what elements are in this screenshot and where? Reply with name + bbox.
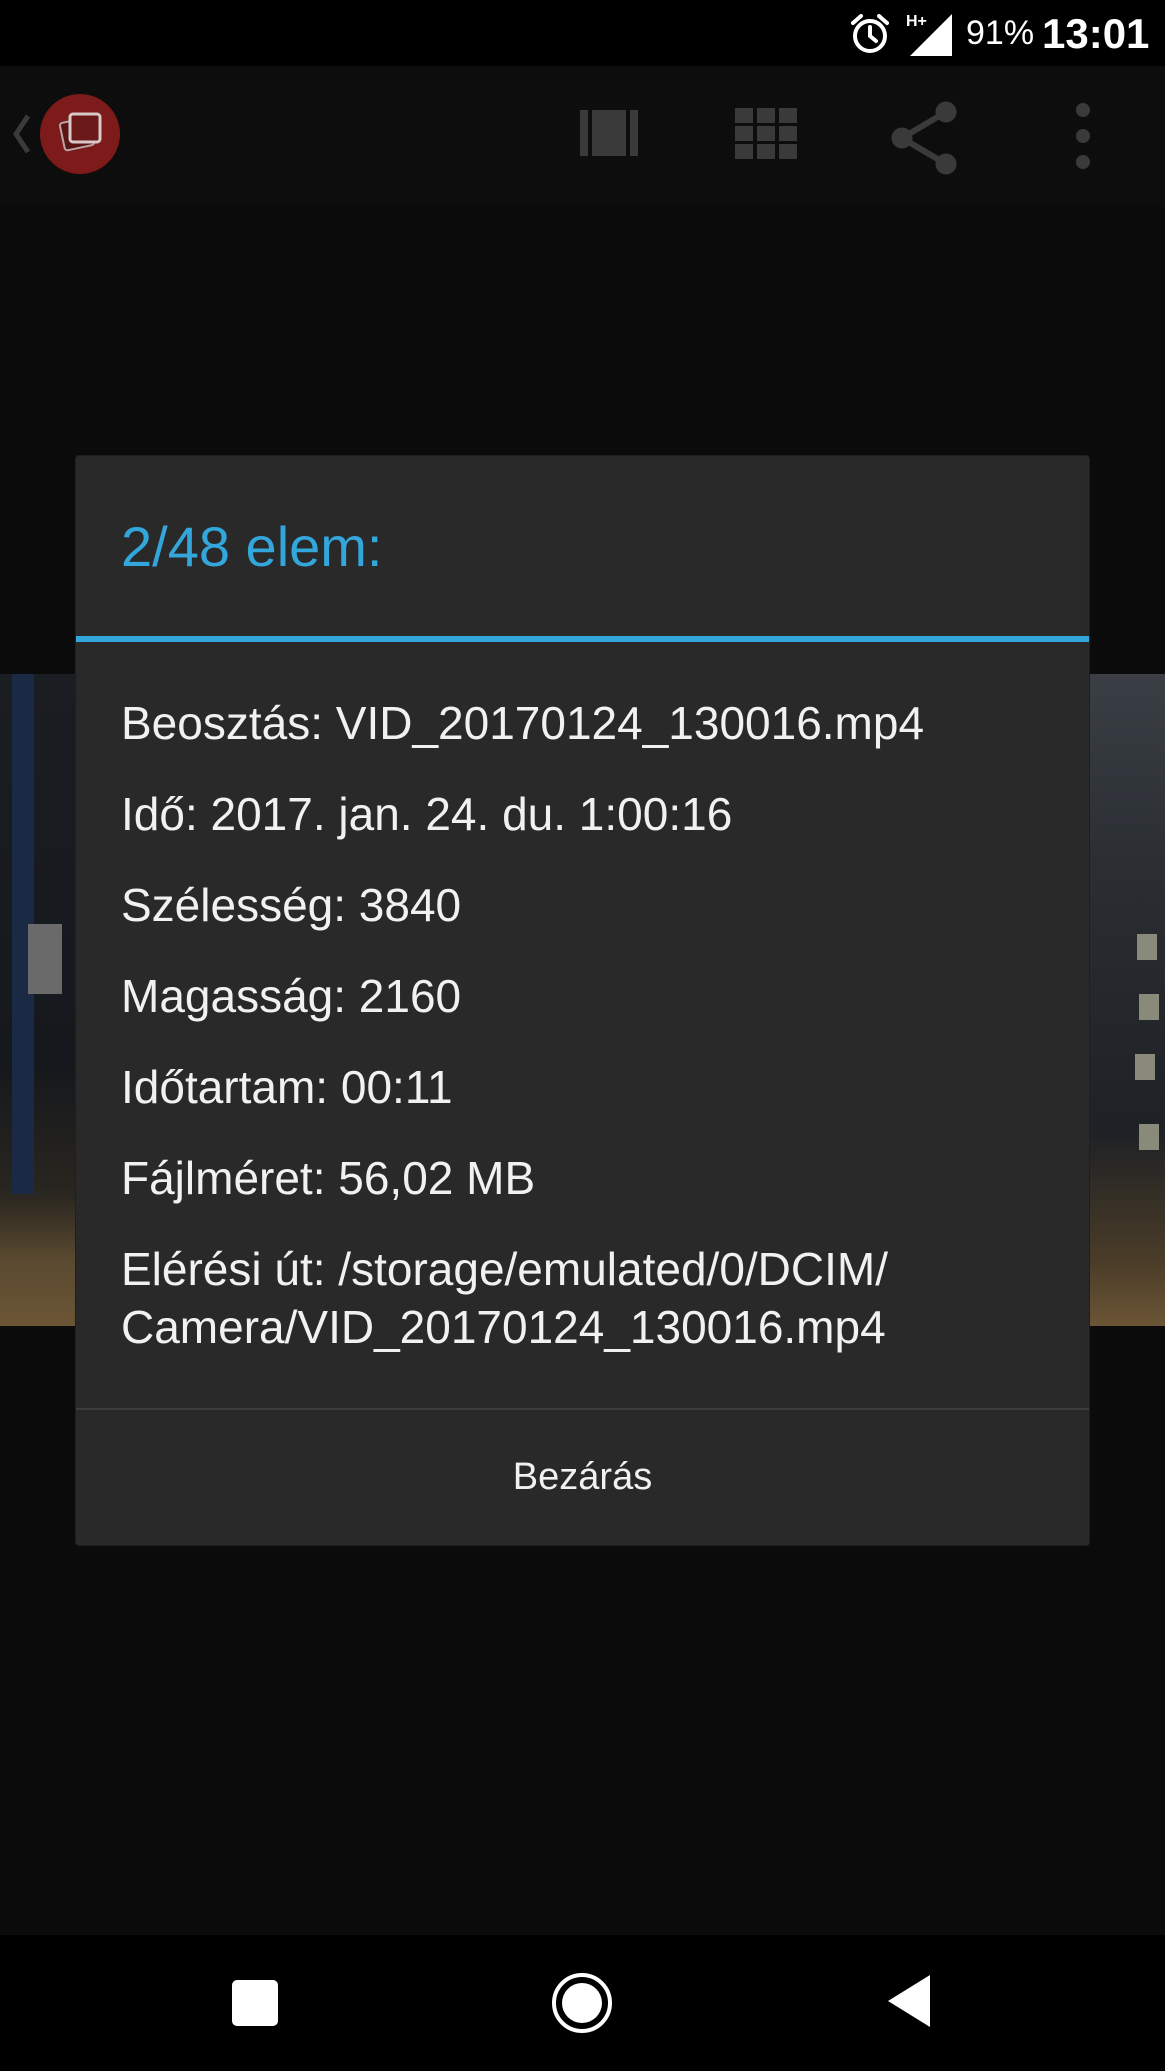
background-photo-left <box>0 674 76 1326</box>
detail-time: Idő: 2017. jan. 24. du. 1:00:16 <box>121 788 733 840</box>
network-type-label: H+ <box>906 13 927 30</box>
battery-percentage: 91% <box>966 14 1035 52</box>
navigation-bar <box>0 1935 1165 2071</box>
back-chevron-icon[interactable] <box>12 112 32 156</box>
screen: H+ 91% 13:01 2/48 elem: Beosztás: VID_20… <box>0 0 1165 2071</box>
details-list: Beosztás: VID_20170124_130016.mp4 Idő: 2… <box>121 694 1061 1389</box>
clock: 13:01 <box>1042 10 1150 57</box>
home-icon[interactable] <box>550 1971 614 2035</box>
detail-filename: Beosztás: VID_20170124_130016.mp4 <box>121 697 925 749</box>
detail-path: Elérési út: /storage/emulated/0/DCIM/ Ca… <box>121 1243 888 1353</box>
detail-width: Szélesség: 3840 <box>121 879 462 931</box>
status-bar: H+ 91% 13:01 <box>0 0 1165 66</box>
app-logo-icon[interactable] <box>40 94 120 174</box>
close-button[interactable]: Bezárás <box>76 1410 1089 1545</box>
detail-height: Magasság: 2160 <box>121 970 462 1022</box>
alarm-icon <box>851 14 889 53</box>
detail-filesize: Fájlméret: 56,02 MB <box>121 1152 536 1204</box>
title-divider <box>76 636 1089 642</box>
share-icon[interactable] <box>888 100 960 176</box>
details-dialog: 2/48 elem: Beosztás: VID_20170124_130016… <box>76 456 1089 1545</box>
signal-icon: H+ <box>906 13 952 56</box>
filmstrip-icon[interactable] <box>576 100 642 166</box>
back-icon[interactable] <box>884 1971 934 2031</box>
more-vert-icon[interactable] <box>1070 100 1096 172</box>
recents-icon[interactable] <box>232 1980 278 2026</box>
background-photo-right <box>1089 674 1165 1326</box>
grid-icon[interactable] <box>733 100 799 166</box>
dialog-title: 2/48 elem: <box>121 515 383 578</box>
detail-duration: Időtartam: 00:11 <box>121 1061 453 1113</box>
